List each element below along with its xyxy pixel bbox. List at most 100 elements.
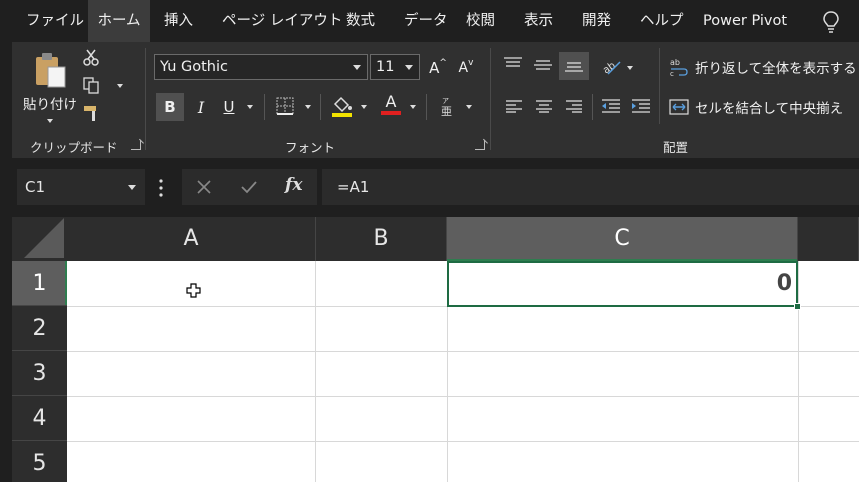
divider: [426, 94, 427, 120]
merge-center-label: セルを結合して中央揃え: [695, 101, 844, 117]
cell-cursor-icon: [186, 283, 201, 298]
column-header-d[interactable]: [798, 217, 859, 261]
alignment-group-label: 配置: [663, 140, 689, 155]
paste-button[interactable]: 貼り付け: [22, 50, 78, 124]
borders-dropdown-icon[interactable]: [305, 105, 311, 109]
cancel-icon[interactable]: [196, 179, 212, 195]
font-group-label: フォント: [285, 140, 336, 155]
shrink-font-label: A: [458, 60, 469, 76]
row-header-2[interactable]: 2: [12, 306, 67, 351]
align-top-icon[interactable]: [503, 56, 523, 72]
tab-developer[interactable]: 開発: [582, 0, 611, 42]
row-header-1[interactable]: 1: [12, 261, 67, 306]
tab-help[interactable]: ヘルプ: [640, 0, 684, 42]
align-bottom-icon: [565, 62, 583, 72]
group-divider: [490, 48, 491, 150]
align-bottom-button[interactable]: [559, 52, 589, 80]
font-size-combo[interactable]: 11: [370, 54, 420, 80]
fill-color-dropdown-icon[interactable]: [361, 105, 367, 109]
divider: [264, 94, 265, 120]
gridline: [315, 261, 316, 482]
copy-dropdown-icon[interactable]: [117, 84, 123, 88]
font-launcher-icon[interactable]: [475, 140, 485, 150]
select-all-corner[interactable]: [12, 217, 67, 261]
fill-color-icon[interactable]: [331, 94, 353, 118]
lightbulb-icon[interactable]: [821, 10, 841, 34]
font-name-combo[interactable]: Yu Gothic: [154, 54, 368, 80]
chevron-down-icon: [405, 65, 413, 70]
more-options-icon[interactable]: [158, 178, 164, 198]
name-box[interactable]: C1: [17, 169, 145, 205]
name-box-value: C1: [25, 178, 46, 196]
clipboard-launcher-icon[interactable]: [131, 140, 141, 150]
column-header-c[interactable]: C: [447, 217, 798, 261]
clipboard-group-label: クリップボード: [30, 140, 118, 155]
font-color-button[interactable]: A: [380, 92, 402, 116]
gridline: [67, 396, 859, 397]
enter-check-icon[interactable]: [240, 179, 258, 195]
tab-insert[interactable]: 挿入: [164, 0, 193, 42]
fill-handle[interactable]: [794, 303, 801, 310]
wrap-text-icon: ab c: [670, 58, 688, 77]
increase-indent-icon[interactable]: [631, 98, 651, 114]
underline-dropdown-icon[interactable]: [247, 105, 253, 109]
align-left-icon[interactable]: [505, 99, 523, 113]
align-middle-icon[interactable]: [533, 58, 553, 74]
select-all-triangle-icon: [24, 218, 64, 258]
row-header-3[interactable]: 3: [12, 351, 67, 396]
formula-input[interactable]: =A1: [322, 169, 859, 205]
paste-icon: [36, 53, 66, 88]
merge-center-icon: [669, 99, 689, 115]
tab-page-layout[interactable]: ページ レイアウト: [222, 0, 342, 42]
copy-icon[interactable]: [82, 76, 100, 94]
align-right-icon[interactable]: [565, 99, 583, 113]
tab-file[interactable]: ファイル: [26, 0, 84, 42]
cell-grid[interactable]: 0: [67, 261, 859, 482]
wrap-text-button[interactable]: ab c 折り返して全体を表示する: [669, 54, 857, 80]
divider: [320, 94, 321, 120]
decrease-indent-icon[interactable]: [601, 98, 621, 114]
paste-dropdown-icon: [47, 119, 53, 123]
tab-view[interactable]: 表示: [524, 0, 553, 42]
window-edge: [0, 217, 12, 482]
bold-button[interactable]: B: [156, 93, 184, 121]
cut-icon[interactable]: [82, 48, 100, 66]
tab-review[interactable]: 校閲: [466, 0, 495, 42]
active-cell-border: [447, 261, 798, 307]
font-name-value: Yu Gothic: [160, 59, 228, 75]
row-header-5[interactable]: 5: [12, 441, 67, 482]
underline-button[interactable]: U: [218, 93, 240, 121]
ribbon-edge: [0, 42, 12, 158]
italic-button[interactable]: I: [190, 93, 212, 121]
align-center-icon[interactable]: [535, 99, 553, 113]
orientation-icon[interactable]: ab: [600, 54, 622, 76]
format-painter-icon[interactable]: [82, 104, 102, 122]
grow-font-button[interactable]: A ^: [428, 56, 448, 80]
divider: [592, 94, 593, 120]
borders-icon[interactable]: [276, 97, 294, 115]
svg-text:ア: ア: [442, 97, 449, 105]
column-header-a[interactable]: A: [67, 217, 316, 261]
tab-power-pivot[interactable]: Power Pivot: [703, 0, 787, 42]
gridline: [67, 441, 859, 442]
font-color-swatch: [381, 111, 401, 115]
phonetic-guide-icon[interactable]: ア 亜: [438, 95, 456, 117]
font-color-dropdown-icon[interactable]: [410, 105, 416, 109]
grow-font-label: A: [429, 59, 440, 77]
chevron-down-icon: [128, 185, 136, 190]
tab-formulas[interactable]: 数式: [346, 0, 375, 42]
tab-home[interactable]: ホーム: [88, 0, 150, 42]
ribbon-tabs: ファイル ホーム 挿入 ページ レイアウト 数式 データ 校閲 表示 開発 ヘル…: [0, 0, 859, 42]
font-color-letter: A: [385, 92, 397, 111]
svg-text:c: c: [670, 70, 674, 77]
phonetic-dropdown-icon[interactable]: [466, 105, 472, 109]
gridline: [798, 261, 799, 482]
merge-center-button[interactable]: セルを結合して中央揃え: [669, 94, 843, 120]
tab-data[interactable]: データ: [404, 0, 448, 42]
insert-function-icon[interactable]: fx: [285, 175, 302, 195]
shrink-font-button[interactable]: Av: [456, 56, 476, 80]
column-header-b[interactable]: B: [316, 217, 447, 261]
row-header-4[interactable]: 4: [12, 396, 67, 441]
orientation-dropdown-icon[interactable]: [627, 66, 633, 70]
chevron-down-icon: [353, 65, 361, 70]
